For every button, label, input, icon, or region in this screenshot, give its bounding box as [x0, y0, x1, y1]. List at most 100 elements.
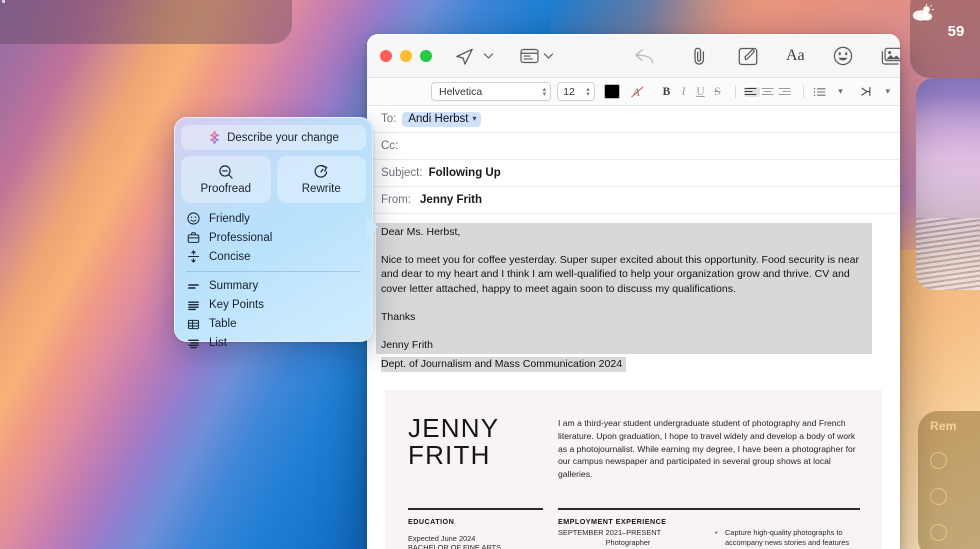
calendar-next-day: Flag Day SUNDAY, JUN 16 Father's Day	[142, 0, 292, 44]
body-signature-dept: Dept. of Journalism and Mass Communicati…	[381, 357, 627, 373]
paperclip-icon[interactable]	[691, 43, 708, 69]
indent-icon[interactable]	[861, 86, 877, 97]
body-greeting: Dear Ms. Herbst,	[381, 226, 461, 238]
weather-widget[interactable]: 10 A 59	[910, 0, 980, 78]
table-icon	[186, 317, 200, 331]
rewrite-clock-icon	[313, 164, 329, 180]
clear-formatting-icon[interactable]: A	[630, 79, 645, 105]
writing-tools-item-key-points[interactable]: Key Points	[181, 296, 366, 315]
photos-icon[interactable]	[881, 43, 900, 69]
resume-employment-heading: EMPLOYMENT EXPERIENCE	[558, 516, 667, 526]
writing-tools-item-concise[interactable]: Concise	[181, 247, 366, 266]
strikethrough-button[interactable]: S	[710, 86, 726, 98]
briefcase-icon	[186, 231, 200, 245]
reminder-checkbox[interactable]	[930, 488, 947, 505]
writing-tools-item-friendly[interactable]: Friendly	[181, 209, 366, 228]
item-label: Concise	[209, 250, 251, 263]
education-date: Expected June 2024	[408, 533, 476, 543]
send-icon[interactable]	[454, 43, 475, 69]
align-center-icon[interactable]	[761, 87, 777, 97]
key-points-icon	[186, 298, 200, 312]
photo-stripes	[916, 218, 980, 290]
send-options-chevron-down-icon[interactable]	[483, 43, 494, 69]
writing-tools-item-professional[interactable]: Professional	[181, 228, 366, 247]
desktop: Darkroom Session 10:30 – 11:30AM Qigong …	[0, 0, 980, 549]
subject-label: Subject:	[381, 167, 423, 179]
from-field-row[interactable]: From: Jenny Frith	[367, 187, 900, 214]
reminders-widget[interactable]: Rem	[918, 411, 980, 549]
subject-field-row[interactable]: Subject: Following Up	[367, 160, 900, 187]
emoji-icon[interactable]	[833, 43, 853, 69]
format-options-list: Summary Key Points Table List	[181, 277, 366, 353]
rewrite-button[interactable]: Rewrite	[276, 156, 366, 203]
body-signature-name: Jenny Frith	[381, 339, 433, 352]
writing-tools-item-list[interactable]: List	[181, 334, 366, 353]
writing-tools-item-summary[interactable]: Summary	[181, 277, 366, 296]
cc-field-row[interactable]: Cc:	[367, 133, 900, 160]
font-size-select[interactable]: 12 ▴ ▾	[557, 82, 595, 101]
reminder-checkbox[interactable]	[930, 524, 947, 541]
resume-rule	[558, 508, 860, 510]
describe-your-change-input[interactable]: Describe your change	[181, 125, 366, 150]
from-label: From:	[381, 194, 412, 206]
text-color-swatch[interactable]	[603, 84, 620, 99]
font-size-value: 12	[563, 85, 575, 98]
indent-chevron-down-icon[interactable]: ▾	[885, 86, 890, 97]
item-label: Professional	[209, 231, 273, 244]
calendar-events-list: Darkroom Session 10:30 – 11:30AM Qigong …	[0, 0, 142, 44]
recipient-name: Andi Herbst	[408, 112, 469, 125]
reminders-title: Rem	[930, 419, 957, 433]
mail-toolbar: Aa	[367, 35, 900, 78]
photos-widget[interactable]	[916, 78, 980, 290]
header-fields-chevron-down-icon[interactable]	[543, 43, 554, 69]
item-label: Table	[209, 318, 237, 331]
font-family-value: Helvetica	[439, 85, 483, 98]
to-label: To:	[381, 113, 397, 125]
reminder-checkbox[interactable]	[930, 452, 947, 469]
writing-tools-popup: Describe your change Proofread Rewrite F…	[174, 117, 378, 349]
calendar-widget[interactable]: Darkroom Session 10:30 – 11:30AM Qigong …	[0, 0, 292, 44]
selected-body-text[interactable]: Dear Ms. Herbst, Nice to meet you for co…	[376, 223, 872, 355]
mail-body-editor[interactable]: Dear Ms. Herbst, Nice to meet you for co…	[367, 214, 900, 549]
resume-attachment-preview[interactable]: JENNY FRITH I am a third-year student un…	[385, 390, 882, 549]
format-toolbar: Helvetica ▴▾ 12 ▴▾ A B I U S	[367, 78, 900, 106]
recipient-chevron-down-icon[interactable]: ▾	[472, 114, 476, 123]
bullet-list-icon[interactable]	[813, 87, 829, 97]
resume-employment-bullets: Capture high-quality photographs to acco…	[715, 528, 863, 549]
cc-label: Cc:	[381, 140, 399, 152]
resume-rule	[408, 508, 543, 510]
smiley-icon	[186, 212, 200, 226]
format-divider	[734, 85, 736, 98]
list-item: Capture high-quality photographs to acco…	[715, 528, 863, 547]
recipient-token[interactable]: Andi Herbst ▾	[402, 111, 482, 127]
proofread-label: Proofread	[200, 183, 251, 195]
writing-tools-item-table[interactable]: Table	[181, 315, 366, 334]
window-traffic-lights	[380, 50, 432, 62]
calendar-event[interactable]: Qigong 2:00 – 3:30PM	[2, 0, 142, 3]
maximize-button[interactable]	[420, 50, 432, 62]
describe-placeholder-text: Describe your change	[227, 131, 339, 144]
markup-icon[interactable]	[738, 43, 758, 69]
font-family-select[interactable]: Helvetica ▴ ▾	[431, 82, 552, 101]
popup-divider	[186, 271, 361, 272]
align-left-icon[interactable]	[744, 86, 761, 97]
proofread-button[interactable]: Proofread	[181, 156, 271, 203]
item-label: Key Points	[209, 299, 264, 312]
employment-role: Photographer	[605, 538, 651, 548]
minimize-button[interactable]	[400, 50, 412, 62]
item-label: List	[209, 337, 227, 350]
resume-intro-paragraph: I am a third-year student undergraduate …	[558, 418, 856, 479]
resume-education-column: EDUCATION Expected June 2024 BACHELOR OF…	[408, 508, 543, 549]
header-fields-icon[interactable]	[520, 43, 539, 69]
reply-arrow-icon[interactable]	[634, 43, 655, 69]
list-chevron-down-icon[interactable]: ▾	[838, 86, 843, 97]
align-right-icon[interactable]	[778, 87, 794, 97]
bold-button[interactable]: B	[659, 86, 675, 98]
italic-button[interactable]: I	[676, 86, 692, 98]
employment-dates: SEPTEMBER 2021–PRESENT	[558, 528, 662, 538]
format-aa-button[interactable]: Aa	[786, 43, 805, 69]
underline-button[interactable]: U	[693, 86, 709, 98]
close-button[interactable]	[380, 50, 392, 62]
to-field-row[interactable]: To: Andi Herbst ▾	[367, 106, 900, 133]
